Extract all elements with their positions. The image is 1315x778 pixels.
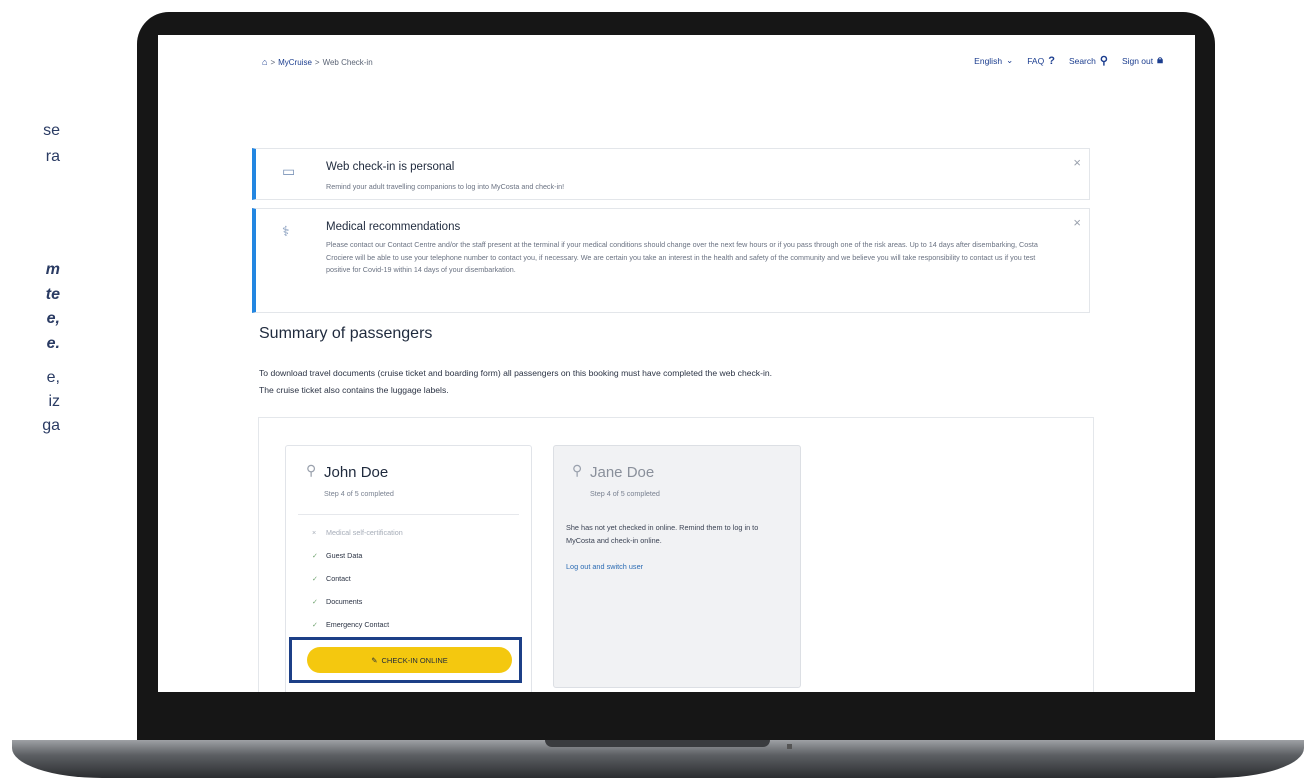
close-icon[interactable]: × <box>1073 155 1081 170</box>
x-icon: × <box>312 528 317 537</box>
language-selector[interactable]: English ⌄ <box>974 55 1013 66</box>
passenger-card-jane: ⚲ Jane Doe Step 4 of 5 completed She has… <box>553 445 801 688</box>
alert-body: Please contact our Contact Centre and/or… <box>326 240 1038 274</box>
alert-medical-recommendations: ⚕ Medical recommendations Please contact… <box>252 208 1090 313</box>
laptop-notch <box>545 740 770 747</box>
summary-line: The cruise ticket also contains the lugg… <box>259 385 449 395</box>
faq-link[interactable]: FAQ ? <box>1027 55 1055 67</box>
passenger-name: Jane Doe <box>590 464 655 481</box>
side-fragment: ga <box>42 417 60 434</box>
side-fragment: e. <box>46 335 60 352</box>
side-fragment: m <box>45 261 60 278</box>
search-icon: ⚲ <box>1099 55 1108 67</box>
side-fragment: ra <box>45 148 60 165</box>
breadcrumb-separator: > <box>314 57 320 67</box>
summary-description: To download travel documents (cruise tic… <box>259 365 772 399</box>
check-icon: ✓ <box>312 574 319 583</box>
summary-title: Summary of passengers <box>259 325 433 342</box>
faq-label: FAQ <box>1027 55 1045 66</box>
medical-icon: ⚕ <box>282 223 290 239</box>
step-item: × Medical self-certification <box>312 528 403 551</box>
highlight-frame <box>289 637 522 683</box>
passenger-step: Step 4 of 5 completed <box>324 489 394 498</box>
signout-link[interactable]: Sign out 🔒︎ <box>1122 54 1163 67</box>
breadcrumb-separator: > <box>270 57 276 67</box>
top-navigation: English ⌄ FAQ ? Search ⚲ Sign out 🔒︎ <box>974 54 1163 67</box>
step-item: ✓ Documents <box>312 597 403 620</box>
side-fragment: te <box>45 286 60 303</box>
close-icon[interactable]: × <box>1073 215 1081 230</box>
step-item: ✓ Contact <box>312 574 403 597</box>
alert-web-checkin-personal: ▭ Web check-in is personal Remind your a… <box>252 148 1090 200</box>
chevron-down-icon: ⌄ <box>1006 55 1014 65</box>
laptop-indicator <box>787 744 792 749</box>
search-link[interactable]: Search ⚲ <box>1069 54 1108 67</box>
alert-title: Web check-in is personal <box>326 161 455 173</box>
checkin-steps-list: × Medical self-certification ✓ Guest Dat… <box>312 528 403 643</box>
laptop-screen: ⌂ > MyCruise > Web Check-in English ⌄ FA… <box>158 35 1195 692</box>
location-pin-icon: ⚲ <box>306 462 317 478</box>
language-label: English <box>974 55 1003 66</box>
side-fragment: iz <box>48 393 60 410</box>
side-fragment: e, <box>46 369 60 386</box>
step-label: Guest Data <box>326 551 363 560</box>
check-icon: ✓ <box>312 551 319 560</box>
switch-user-link[interactable]: Log out and switch user <box>566 562 643 571</box>
passenger-step: Step 4 of 5 completed <box>590 489 660 498</box>
breadcrumb-mycruise[interactable]: MyCruise <box>278 58 312 67</box>
alert-title: Medical recommendations <box>326 221 461 233</box>
lock-icon: 🔒︎ <box>1157 54 1163 66</box>
breadcrumb: ⌂ > MyCruise > Web Check-in <box>262 57 373 67</box>
step-label: Emergency Contact <box>326 620 390 629</box>
step-label: Documents <box>326 597 363 606</box>
signout-label: Sign out <box>1121 55 1154 66</box>
step-label: Medical self-certification <box>326 528 403 537</box>
search-label: Search <box>1068 55 1096 66</box>
summary-line: To download travel documents (cruise tic… <box>259 368 773 378</box>
side-fragment: se <box>43 122 60 139</box>
breadcrumb-current: Web Check-in <box>322 57 373 67</box>
check-icon: ✓ <box>312 620 319 629</box>
question-icon: ? <box>1048 54 1055 67</box>
step-label: Contact <box>326 574 351 583</box>
check-icon: ✓ <box>312 597 319 606</box>
passenger-message: She has not yet checked in online. Remin… <box>566 523 759 545</box>
card-icon: ▭ <box>282 163 296 179</box>
divider <box>298 514 519 515</box>
home-icon[interactable]: ⌂ <box>262 57 267 67</box>
step-item: ✓ Guest Data <box>312 551 403 574</box>
passenger-name: John Doe <box>324 464 389 481</box>
alert-body: Remind your adult travelling companions … <box>326 182 565 191</box>
location-pin-icon: ⚲ <box>572 462 583 478</box>
side-fragment: e, <box>46 310 60 327</box>
